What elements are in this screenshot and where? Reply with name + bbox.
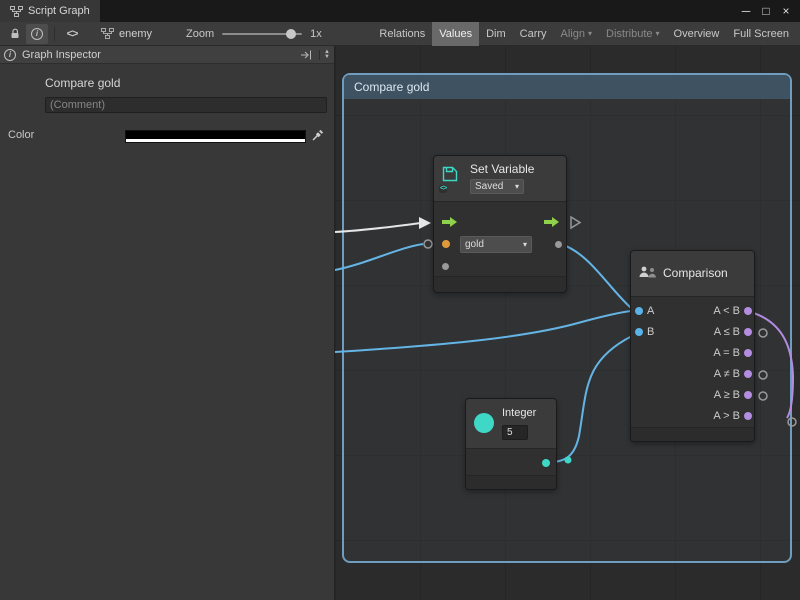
inspector-header: i Graph Inspector ▲ ▼ [0, 46, 334, 64]
color-field-row: Color [0, 129, 334, 143]
toolbar-separator [54, 27, 55, 41]
alpha-bar [126, 139, 305, 142]
zoom-label: Zoom [186, 28, 214, 40]
info-icon: i [31, 28, 43, 40]
window-controls: ─ □ × [736, 0, 800, 22]
output-port-a-lt-b[interactable] [744, 307, 752, 315]
comparison-node[interactable]: Comparison A A < B B A ≤ B A = B A ≠ B [630, 250, 755, 442]
script-graph-window: Script Graph ─ □ × i <> [0, 0, 800, 600]
code-icon: <> [67, 28, 78, 40]
values-button[interactable]: Values [432, 22, 479, 46]
save-variable-icon: <> [441, 165, 463, 191]
full-screen-button[interactable]: Full Screen [726, 22, 796, 46]
graph-asset-icon [101, 28, 114, 39]
integer-header[interactable]: Integer 5 [466, 399, 556, 449]
input-port-a[interactable] [635, 307, 643, 315]
graph-inspector-panel: i Graph Inspector ▲ ▼ Compare gold Color [0, 46, 335, 600]
tab-title: Script Graph [28, 5, 90, 17]
zoom-value: 1x [310, 28, 322, 40]
inspector-title: Graph Inspector [22, 49, 101, 61]
chevron-down-icon: ▾ [515, 183, 519, 191]
integer-output-port[interactable] [542, 459, 550, 467]
output-label: A ≤ B [714, 326, 740, 338]
toolbar-buttons: Relations Values Dim Carry Align ▾ Distr… [372, 22, 796, 46]
output-label: A ≠ B [714, 368, 740, 380]
tab-bar: Script Graph ─ □ × [0, 0, 800, 22]
relations-button[interactable]: Relations [372, 22, 432, 46]
variable-name-dropdown[interactable]: gold ▾ [460, 236, 532, 253]
color-swatch[interactable] [125, 130, 306, 143]
output-label: A ≥ B [714, 389, 740, 401]
lock-icon [9, 28, 21, 40]
node-footer [631, 427, 754, 441]
close-button[interactable]: × [776, 4, 796, 18]
input-label-a: A [647, 305, 654, 317]
variable-kind-dropdown[interactable]: Saved ▾ [470, 179, 524, 194]
panel-scroll-spinner[interactable]: ▲ ▼ [319, 50, 330, 60]
comment-input[interactable] [45, 97, 327, 113]
zoom-slider-thumb[interactable] [286, 29, 296, 39]
lock-button[interactable] [4, 24, 26, 44]
input-port-b[interactable] [635, 328, 643, 336]
output-port-a-neq-b[interactable] [744, 370, 752, 378]
value-output-port[interactable] [555, 241, 562, 248]
chevron-down-icon: ▾ [656, 30, 660, 38]
output-label: A < B [713, 305, 740, 317]
zoom-slider[interactable] [222, 33, 302, 35]
integer-icon [474, 413, 494, 433]
dock-panel-icon[interactable] [300, 50, 313, 60]
input-label-b: B [647, 326, 654, 338]
zoom-control: Zoom 1x [186, 28, 322, 40]
chevron-down-icon: ▾ [523, 241, 527, 249]
node-title: Set Variable [470, 162, 534, 176]
node-footer [434, 276, 566, 292]
set-variable-header[interactable]: <> Set Variable Saved ▾ [434, 156, 566, 202]
distribute-dropdown-button[interactable]: Distribute ▾ [599, 22, 666, 46]
flow-in-arrow-icon[interactable] [442, 216, 458, 228]
inspector-toggle-button[interactable]: i [26, 24, 48, 44]
output-label: A = B [713, 347, 740, 359]
comparison-icon [638, 265, 658, 284]
chevron-down-icon: ▾ [588, 30, 592, 38]
graph-reference[interactable]: enemy [101, 28, 152, 40]
spin-down-icon: ▼ [324, 55, 330, 60]
carry-button[interactable]: Carry [513, 22, 554, 46]
graph-title: Compare gold [45, 76, 334, 90]
set-variable-node[interactable]: <> Set Variable Saved ▾ gold ▾ [433, 155, 567, 293]
node-footer [466, 475, 556, 489]
fallback-input-port[interactable] [442, 263, 449, 270]
integer-node[interactable]: Integer 5 [465, 398, 557, 490]
maximize-button[interactable]: □ [756, 4, 776, 18]
overview-button[interactable]: Overview [667, 22, 727, 46]
code-icon: <> [439, 185, 447, 193]
node-title: Comparison [663, 266, 728, 280]
output-port-a-gt-b[interactable] [744, 412, 752, 420]
tab-script-graph[interactable]: Script Graph [0, 0, 100, 22]
integer-value-field[interactable]: 5 [502, 425, 528, 440]
script-graph-icon [10, 6, 23, 17]
output-port-a-eq-b[interactable] [744, 349, 752, 357]
group-header[interactable]: Compare gold [344, 75, 790, 99]
output-port-a-lte-b[interactable] [744, 328, 752, 336]
eyedropper-icon[interactable] [311, 129, 324, 145]
output-label: A > B [713, 410, 740, 422]
color-label: Color [8, 129, 34, 141]
group-title: Compare gold [354, 80, 429, 94]
graph-canvas[interactable]: Compare gold [335, 46, 800, 600]
output-port-a-gte-b[interactable] [744, 391, 752, 399]
minimize-button[interactable]: ─ [736, 4, 756, 18]
info-icon: i [4, 49, 16, 61]
edit-source-button[interactable]: <> [61, 24, 83, 44]
comparison-header[interactable]: Comparison [631, 251, 754, 297]
graph-name-label: enemy [119, 28, 152, 40]
flow-out-arrow-icon[interactable] [544, 216, 560, 228]
value-input-port[interactable] [442, 240, 450, 248]
dim-button[interactable]: Dim [479, 22, 513, 46]
graph-toolbar: i <> enemy Zoom 1x Relations Values Dim [0, 22, 800, 46]
node-title: Integer [502, 407, 536, 419]
align-dropdown-button[interactable]: Align ▾ [554, 22, 599, 46]
